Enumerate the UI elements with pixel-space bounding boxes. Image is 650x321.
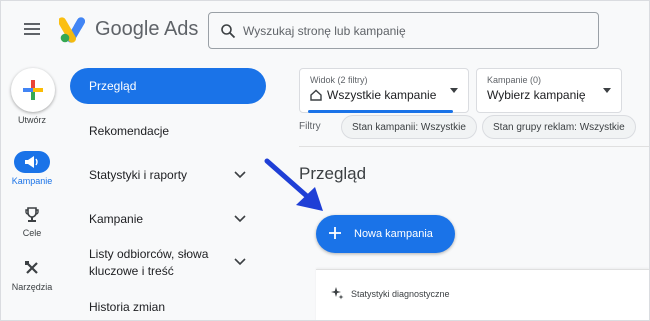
divider: [299, 146, 649, 147]
sparkle-icon: [331, 287, 344, 300]
tools-icon: [25, 261, 38, 274]
caret-down-icon: [450, 88, 458, 93]
plus-colored-icon: [23, 80, 43, 100]
search-placeholder: Wyszukaj stronę lub kampanię: [243, 24, 406, 38]
nav-label: Kampanie: [89, 212, 144, 226]
nav-item-insights-reports[interactable]: Statystyki i raporty: [70, 167, 266, 183]
diagnostics-card[interactable]: Statystyki diagnostyczne: [316, 269, 649, 320]
campaign-dropdown[interactable]: Kampanie (0) Wybierz kampanię: [476, 68, 622, 113]
nav-label-line1: Listy odbiorców, słowa: [89, 247, 209, 261]
chevron-down-icon: [234, 171, 246, 179]
campaign-dropdown-caption: Kampanie (0): [487, 75, 542, 85]
view-dropdown[interactable]: Widok (2 filtry) Wszystkie kampanie: [299, 68, 469, 113]
nav-item-campaigns[interactable]: Kampanie: [70, 211, 266, 227]
hamburger-menu-icon[interactable]: [21, 20, 43, 40]
megaphone-icon: [25, 156, 38, 168]
rail-label-tools: Narzędzia: [11, 282, 53, 292]
nav-label: Historia zmian: [89, 300, 166, 314]
rail-item-tools[interactable]: [18, 257, 46, 279]
diagnostics-label: Statystyki diagnostyczne: [351, 289, 450, 299]
annotation-arrow: [264, 158, 323, 211]
section-nav: Przegląd Rekomendacje Statystyki i rapor…: [63, 61, 273, 320]
trophy-icon: [25, 207, 39, 222]
nav-item-overview[interactable]: Przegląd: [70, 68, 266, 104]
rail-item-goals[interactable]: [18, 204, 46, 226]
nav-item-change-history[interactable]: Historia zmian: [70, 299, 266, 315]
new-campaign-button[interactable]: Nowa kampania: [316, 215, 455, 253]
nav-item-recommendations[interactable]: Rekomendacje: [70, 123, 266, 139]
main-content: Widok (2 filtry) Wszystkie kampanie Kamp…: [273, 61, 649, 320]
app-frame: Google Ads Wyszukaj stronę lub kampanię …: [0, 0, 650, 321]
create-button[interactable]: [11, 68, 55, 112]
filter-chip-adgroup-status[interactable]: Stan grupy reklam: Wszystkie: [482, 115, 636, 139]
search-icon: [221, 24, 236, 39]
caret-down-icon: [603, 88, 611, 93]
home-icon: [310, 89, 322, 101]
view-dropdown-caption: Widok (2 filtry): [310, 75, 368, 85]
rail-label-campaigns: Kampanie: [11, 176, 53, 186]
new-campaign-label: Nowa kampania: [354, 228, 433, 240]
view-dropdown-value: Wszystkie kampanie: [327, 88, 437, 102]
nav-label-line2: kluczowe i treść: [89, 264, 174, 278]
rail-item-campaigns[interactable]: [14, 151, 50, 173]
rail-label-goals: Cele: [22, 228, 42, 238]
chevron-down-icon: [234, 215, 246, 223]
chevron-down-icon: [234, 258, 246, 266]
google-ads-logo: [59, 17, 85, 43]
search-input[interactable]: Wyszukaj stronę lub kampanię: [208, 12, 599, 49]
filter-chip-campaign-status[interactable]: Stan kampanii: Wszystkie: [341, 115, 477, 139]
filters-label: Filtry: [299, 121, 321, 132]
top-bar: Google Ads Wyszukaj stronę lub kampanię: [1, 1, 649, 61]
create-label: Utwórz: [17, 115, 46, 125]
left-rail: Utwórz Kampanie Cele Narzędzia: [1, 61, 63, 320]
active-underline: [308, 110, 453, 113]
campaign-dropdown-value: Wybierz kampanię: [487, 88, 586, 102]
nav-item-audiences-keywords-content[interactable]: Listy odbiorców, słowa kluczowe i treść: [70, 246, 266, 280]
app-name: Google Ads: [95, 18, 199, 40]
plus-icon: [329, 227, 341, 239]
nav-label: Rekomendacje: [89, 124, 170, 138]
nav-label: Statystyki i raporty: [89, 168, 188, 182]
